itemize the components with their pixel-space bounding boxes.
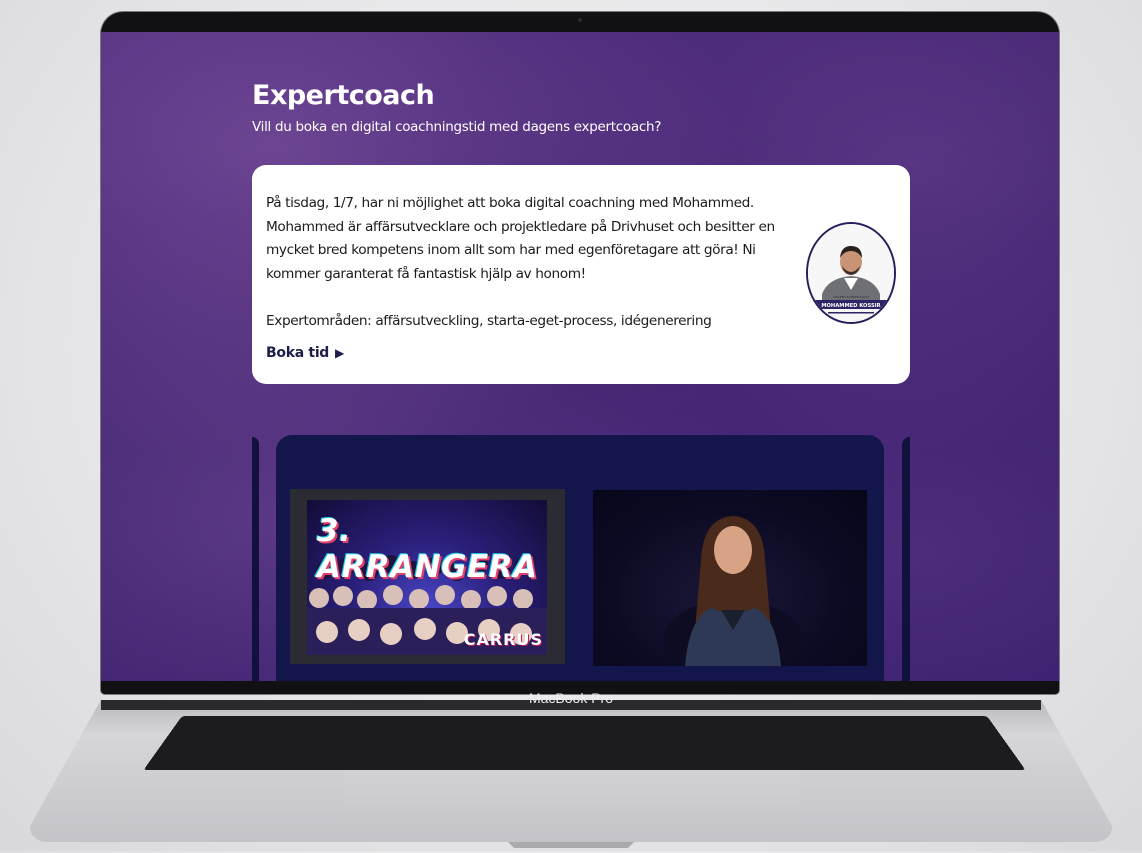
- expert-avatar: DAGENS EXPERTCOACH MOHAMMED KOSSIR: [806, 222, 896, 324]
- touchpad: [345, 772, 800, 828]
- expert-card: På tisdag, 1/7, har ni möjlighet att bok…: [252, 165, 910, 384]
- video-thumbnail-speaker[interactable]: [593, 490, 867, 666]
- device-label: MacBook Pro: [528, 690, 614, 706]
- carousel-next-slide[interactable]: [902, 437, 910, 681]
- book-button[interactable]: Boka tid ▶: [266, 345, 344, 361]
- carousel-prev-slide[interactable]: [252, 437, 259, 681]
- play-arrow-icon: ▶: [335, 346, 344, 360]
- audience-image: 3. ARRANGERA CARRUS: [307, 500, 547, 655]
- video-carousel: 3. ARRANGERA CARRUS: [276, 435, 884, 681]
- camera: [578, 18, 582, 22]
- speaker-illustration: [663, 516, 803, 666]
- section-title: Expertcoach: [252, 80, 435, 111]
- avatar-name: MOHAMMED KOSSIR: [821, 303, 880, 309]
- video-brand: CARRUS: [463, 630, 543, 649]
- expert-description: På tisdag, 1/7, har ni möjlighet att bok…: [266, 195, 775, 282]
- book-button-label: Boka tid: [266, 345, 330, 361]
- keyboard: [143, 716, 1026, 771]
- avatar-caption: DAGENS EXPERTCOACH: [833, 295, 869, 299]
- video-thumbnail-arrangera[interactable]: 3. ARRANGERA CARRUS: [290, 489, 565, 664]
- laptop-screen: Expertcoach Vill du boka en digital coac…: [101, 32, 1059, 681]
- expertise-areas: Expertområden: affärsutveckling, starta-…: [266, 313, 712, 329]
- section-subtitle: Vill du boka en digital coachningstid me…: [252, 119, 662, 135]
- video-title: 3. ARRANGERA: [317, 513, 538, 585]
